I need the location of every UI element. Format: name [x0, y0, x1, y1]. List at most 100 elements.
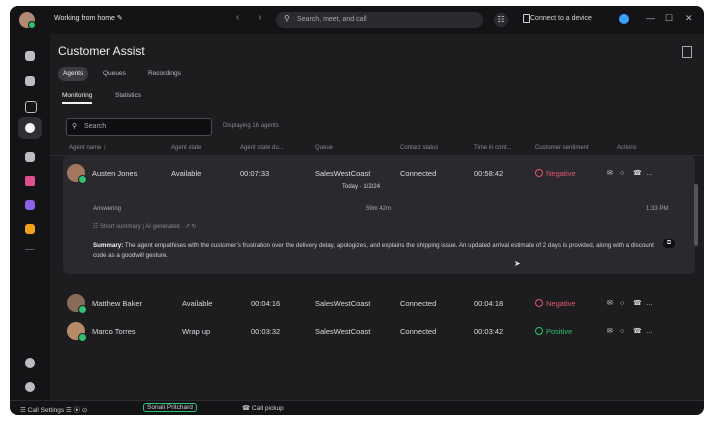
- col-agent-state[interactable]: Agent state: [171, 145, 201, 151]
- help-icon[interactable]: [25, 382, 35, 392]
- meetings-icon[interactable]: [25, 76, 35, 86]
- sentiment-badge: Negative: [535, 299, 576, 308]
- title-bar: Working from home ✎ ‹ › ⚲ Search, meet, …: [10, 6, 704, 34]
- more-icon[interactable]: …: [646, 328, 659, 335]
- calling-icon[interactable]: [25, 101, 37, 113]
- tab-queues[interactable]: Queues: [98, 67, 131, 81]
- app-icon-pink[interactable]: [25, 176, 35, 186]
- row-actions: ✉ ○ ☎…: [607, 327, 659, 335]
- active-contact-chip[interactable]: Sonali Pritchard: [143, 403, 197, 412]
- webex-logo-icon: [619, 14, 629, 24]
- state-duration: 00:07:33: [240, 169, 270, 178]
- sentiment-badge: Positive: [535, 327, 572, 336]
- presence-dot: [78, 175, 87, 184]
- message-icon[interactable]: ✉: [607, 299, 620, 307]
- time-in-contact: 00:03:42: [474, 327, 504, 336]
- maximize-button[interactable]: ☐: [665, 13, 673, 24]
- agent-search-placeholder: Search: [84, 123, 107, 130]
- call-icon[interactable]: ☎: [633, 299, 646, 307]
- contact-status: Connected: [400, 299, 437, 308]
- settings-icon[interactable]: [25, 358, 35, 368]
- search-icon: ⚲: [284, 14, 290, 23]
- scrollbar[interactable]: [694, 184, 698, 246]
- contact-name: Sonali Pritchard: [147, 404, 193, 411]
- headset-icon: [25, 123, 35, 133]
- minimize-button[interactable]: —: [646, 13, 655, 23]
- col-actions: Actions: [617, 145, 637, 151]
- tab-monitoring[interactable]: Monitoring: [62, 92, 93, 104]
- sentiment-icon: [535, 327, 543, 335]
- sentiment-icon: [535, 169, 543, 177]
- timeline-answering: Answering: [93, 206, 122, 212]
- history-nav-arrows[interactable]: ‹ ›: [236, 12, 269, 23]
- table-row[interactable]: Marco Torres Wrap up 00:03:32 SalesWestC…: [50, 318, 704, 346]
- tab-agents[interactable]: Agents: [58, 67, 89, 81]
- contact-status: Connected: [400, 327, 437, 336]
- row-actions: ✉ ○ ☎…: [607, 169, 659, 177]
- more-icon[interactable]: …: [646, 300, 659, 307]
- copy-icon[interactable]: ⧉: [663, 239, 675, 248]
- col-time-in-contact[interactable]: Time in cont...: [474, 145, 511, 151]
- popout-icon[interactable]: [682, 46, 692, 58]
- search-icon: ⚲: [72, 123, 78, 130]
- app-icon-orange[interactable]: [25, 224, 35, 234]
- col-customer-sentiment[interactable]: Customer sentiment: [535, 145, 589, 151]
- more-icon[interactable]: …: [646, 170, 659, 177]
- summary-meta: ☷ Short summary | AI generated · ↗ ↻: [93, 224, 197, 230]
- avatar: [67, 164, 87, 184]
- dialpad-button[interactable]: ☷: [494, 13, 508, 27]
- more-apps-icon[interactable]: [25, 249, 35, 250]
- app-icon-purple[interactable]: [25, 200, 35, 210]
- col-contact-status[interactable]: Contact status: [400, 145, 438, 151]
- agent-state: Available: [182, 299, 213, 308]
- queue: SalesWestCoast: [315, 299, 371, 308]
- contacts-icon[interactable]: [25, 152, 35, 162]
- user-status[interactable]: Working from home ✎: [54, 14, 123, 22]
- queue: SalesWestCoast: [315, 169, 371, 178]
- avatar: [67, 322, 87, 342]
- message-icon[interactable]: ✉: [607, 327, 620, 335]
- state-duration: 00:03:32: [251, 327, 281, 336]
- call-icon[interactable]: ☎: [633, 169, 646, 177]
- summary-label: Summary:: [93, 242, 124, 249]
- col-agent-name[interactable]: Agent name ↕: [69, 145, 106, 151]
- nav-rail: [10, 34, 50, 400]
- global-search-input[interactable]: ⚲ Search, meet, and call: [276, 12, 483, 28]
- device-icon: [523, 14, 530, 23]
- user-avatar[interactable]: [19, 12, 36, 29]
- table-header: Agent name ↕ Agent state Agent state du.…: [50, 141, 704, 156]
- summary-body: The agent empathises with the customer’s…: [93, 242, 654, 259]
- call-pickup-button[interactable]: ☎ Call pickup: [242, 404, 284, 412]
- queue: SalesWestCoast: [315, 327, 371, 336]
- table-row[interactable]: Matthew Baker Available 00:04:16 SalesWe…: [50, 290, 704, 318]
- customer-assist-nav[interactable]: [18, 117, 42, 139]
- call-icon[interactable]: ☎: [633, 327, 646, 335]
- monitor-icon[interactable]: ○: [620, 328, 633, 335]
- message-icon[interactable]: ✉: [607, 169, 620, 177]
- summary-text: Summary: The agent empathises with the c…: [93, 241, 663, 261]
- agent-count: Displaying 16 agents: [223, 123, 279, 129]
- time-in-contact: 00:58:42: [474, 169, 504, 178]
- col-queue[interactable]: Queue: [315, 145, 333, 151]
- presence-dot: [28, 21, 36, 29]
- timeline-time: 1:33 PM: [646, 206, 669, 212]
- messaging-icon[interactable]: [25, 51, 35, 61]
- app-window: Working from home ✎ ‹ › ⚲ Search, meet, …: [10, 6, 704, 415]
- monitor-icon[interactable]: ○: [620, 300, 633, 307]
- call-settings-button[interactable]: ☰ Call Settings ☰ ⦿ ⊙: [20, 404, 87, 414]
- monitor-icon[interactable]: ○: [620, 170, 633, 177]
- tab-statistics[interactable]: Statistics: [115, 92, 141, 102]
- time-in-contact: 00:04:18: [474, 299, 504, 308]
- close-button[interactable]: ✕: [685, 13, 693, 24]
- col-state-duration[interactable]: Agent state du...: [240, 145, 284, 151]
- connect-device-button[interactable]: Connect to a device: [530, 15, 592, 22]
- mouse-cursor-icon: ➤: [514, 259, 521, 268]
- date-separator: Today · 1/2/24: [342, 184, 381, 190]
- agent-search-input[interactable]: ⚲ Search: [66, 118, 212, 136]
- bottom-bar: ☰ Call Settings ☰ ⦿ ⊙ Sonali Pritchard ☎…: [10, 400, 704, 415]
- main-content: Customer Assist Agents Queues Recordings…: [50, 34, 704, 400]
- agent-name: Matthew Baker: [92, 299, 143, 308]
- sentiment-badge: Negative: [535, 169, 576, 178]
- tab-recordings[interactable]: Recordings: [143, 67, 186, 81]
- state-duration: 00:04:16: [251, 299, 281, 308]
